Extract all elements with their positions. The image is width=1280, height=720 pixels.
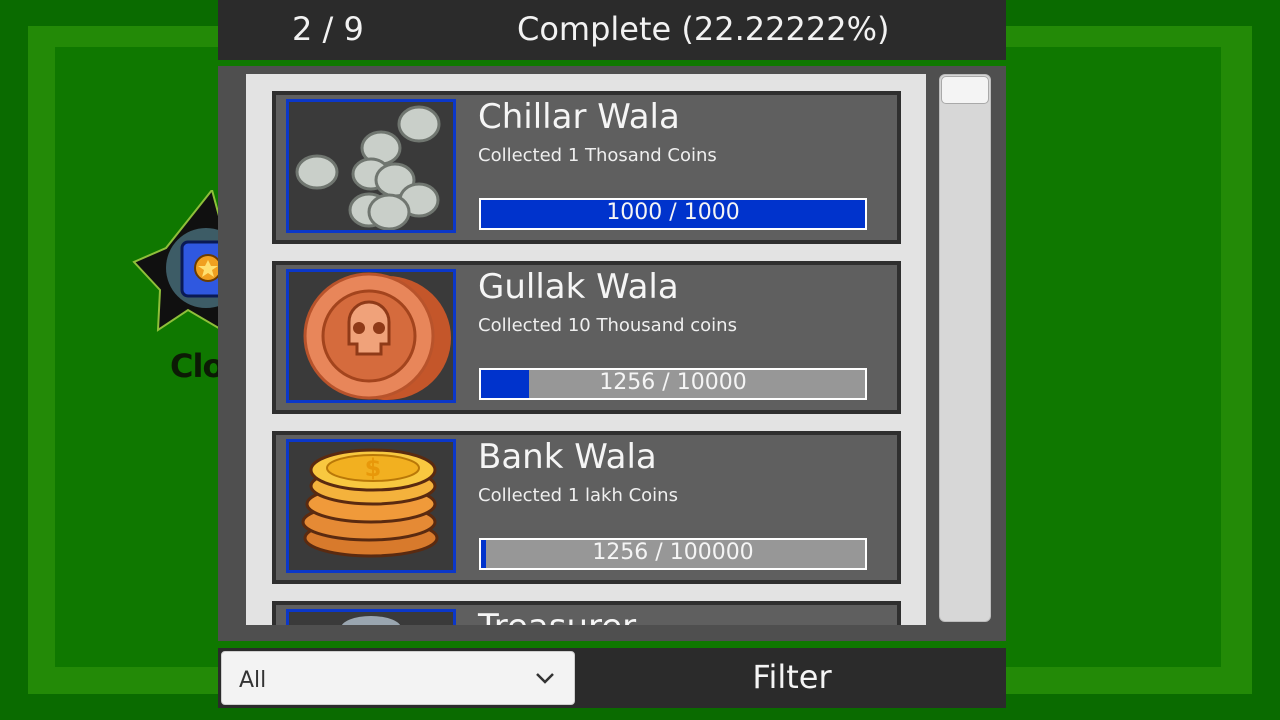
progress-bar: 1000 / 1000	[479, 198, 867, 230]
gold-coin-stack-icon: $	[286, 439, 456, 573]
achievement-item: Gullak Wala Collected 10 Thousand coins …	[272, 261, 901, 414]
achievement-title: Bank Wala	[478, 437, 657, 477]
background-button-text: Clo	[170, 347, 224, 385]
dropdown-selected-value: All	[239, 668, 267, 693]
achievement-title: Treasurer	[478, 607, 636, 625]
skull-coin-icon	[286, 269, 456, 403]
treasure-icon	[286, 609, 456, 625]
chevron-down-icon	[536, 673, 554, 684]
scroll-area: Chillar Wala Collected 1 Thosand Coins 1…	[218, 66, 1006, 641]
filter-dropdown[interactable]: All	[221, 651, 575, 705]
achievement-description: Collected 1 Thosand Coins	[478, 145, 717, 166]
filter-button-label: Filter	[752, 658, 832, 696]
svg-text:$: $	[365, 454, 382, 482]
achievement-description: Collected 1 lakh Coins	[478, 485, 678, 506]
silver-coins-icon	[286, 99, 456, 233]
achievements-panel: 2 / 9 Complete (22.22222%) Chillar Wala …	[218, 0, 1006, 708]
achievement-title: Chillar Wala	[478, 97, 680, 137]
completion-percentage: Complete (22.22222%)	[517, 10, 890, 48]
header-bar: 2 / 9 Complete (22.22222%)	[218, 0, 1006, 60]
progress-label: 1256 / 10000	[599, 370, 747, 395]
achievement-title: Gullak Wala	[478, 267, 679, 307]
achievement-description: Collected 10 Thousand coins	[478, 315, 737, 336]
progress-label: 1256 / 100000	[592, 540, 754, 565]
progress-label: 1000 / 1000	[606, 200, 740, 225]
achievement-item: Chillar Wala Collected 1 Thosand Coins 1…	[272, 91, 901, 244]
achievement-item: $ Bank Wala Collected 1 lakh Coins 1256 …	[272, 431, 901, 584]
achievement-item: Treasurer	[272, 601, 901, 625]
achievement-counter: 2 / 9	[292, 10, 364, 48]
filter-bar: All Filter	[218, 648, 1006, 708]
filter-button[interactable]: Filter	[578, 648, 1006, 708]
scrollbar[interactable]	[939, 74, 991, 622]
achievement-list[interactable]: Chillar Wala Collected 1 Thosand Coins 1…	[246, 74, 926, 625]
progress-bar: 1256 / 10000	[479, 368, 867, 400]
progress-bar: 1256 / 100000	[479, 538, 867, 570]
scrollbar-handle[interactable]	[941, 76, 989, 104]
